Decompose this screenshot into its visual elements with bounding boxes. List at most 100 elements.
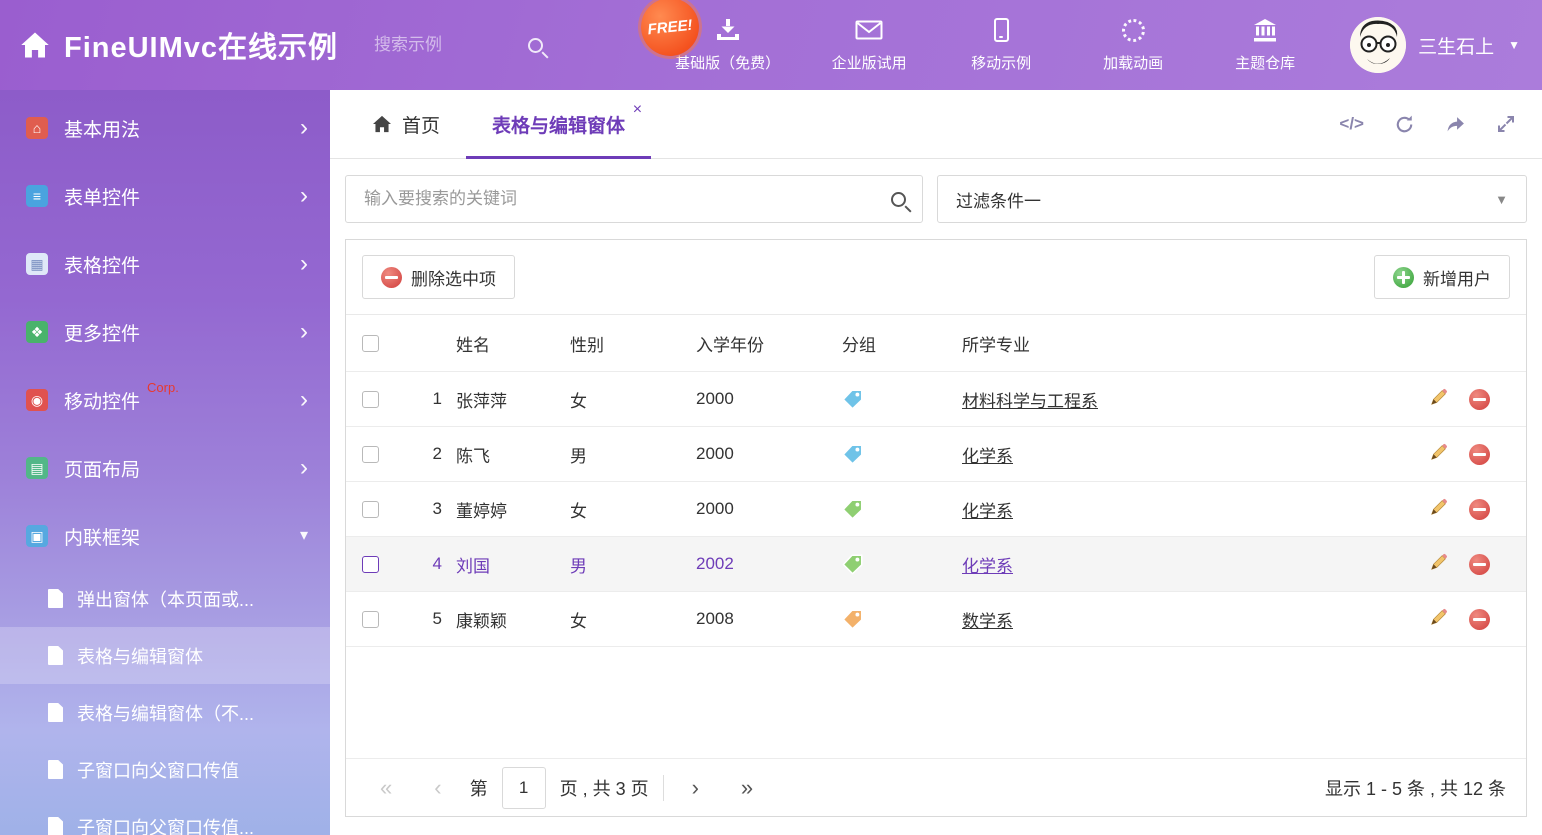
- row-checkbox[interactable]: [362, 556, 379, 573]
- grid-panel: 删除选中项 新增用户 姓名 性别 入学年份 分组 所学专业 1 张萍萍 女 20…: [345, 239, 1527, 817]
- header-year: 入学年份: [696, 331, 842, 356]
- page-number-input[interactable]: 1: [502, 767, 546, 809]
- expand-icon[interactable]: [1496, 114, 1516, 134]
- add-user-label: 新增用户: [1423, 265, 1491, 290]
- row-number: 4: [402, 554, 448, 574]
- chevron-right-icon: ›: [300, 116, 308, 140]
- user-menu[interactable]: 三生石上 ▼: [1350, 17, 1520, 73]
- close-icon[interactable]: ×: [633, 101, 642, 119]
- major-link[interactable]: 材料科学与工程系: [962, 392, 1098, 411]
- sidebar-item-grid-controls[interactable]: ▦ 表格控件 ›: [0, 230, 330, 298]
- cell-gender: 男: [570, 552, 696, 577]
- last-page-button[interactable]: »: [727, 775, 767, 801]
- table-row[interactable]: 1 张萍萍 女 2000 材料科学与工程系: [346, 372, 1526, 427]
- select-all-checkbox[interactable]: [362, 335, 379, 352]
- cell-name: 张萍萍: [448, 387, 570, 412]
- row-checkbox[interactable]: [362, 501, 379, 518]
- search-icon[interactable]: [528, 38, 543, 53]
- edit-icon[interactable]: [1429, 607, 1449, 632]
- sidebar-item-label: 页面布局: [64, 455, 140, 482]
- first-page-button[interactable]: «: [366, 775, 406, 801]
- envelope-icon: [855, 17, 883, 43]
- sidebar-item-label: 内联框架: [64, 523, 140, 550]
- table-row-selected[interactable]: 4 刘国 男 2002 化学系: [346, 537, 1526, 592]
- sidebar-subitem-child-to-parent[interactable]: 子窗口向父窗口传值: [0, 741, 330, 798]
- refresh-icon[interactable]: [1394, 114, 1415, 135]
- chevron-down-icon: ▾: [300, 528, 308, 544]
- sidebar-subitem-label: 表格与编辑窗体: [77, 643, 203, 669]
- major-link[interactable]: 化学系: [962, 502, 1013, 521]
- nav-item-basic-free[interactable]: FREE! 基础版（免费）: [675, 17, 780, 73]
- prev-page-button[interactable]: ‹: [420, 775, 455, 801]
- next-page-button[interactable]: ›: [678, 775, 713, 801]
- nav-item-mobile-demo[interactable]: 移动示例: [958, 17, 1044, 73]
- tab-grid-edit-window[interactable]: 表格与编辑窗体 ×: [466, 90, 651, 158]
- table-row[interactable]: 2 陈飞 男 2000 化学系: [346, 427, 1526, 482]
- chevron-right-icon: ›: [300, 388, 308, 412]
- file-icon: [48, 817, 63, 835]
- cell-year: 2000: [696, 444, 842, 464]
- table-search-box: [345, 175, 923, 223]
- table-header-row: 姓名 性别 入学年份 分组 所学专业: [346, 315, 1526, 372]
- app-header: FineUIMvc在线示例 FREE! 基础版（免费） 企业版试用 移动示例 加…: [0, 0, 1542, 90]
- nav-item-loading-animation[interactable]: 加载动画: [1090, 17, 1176, 73]
- signal-icon: ◉: [26, 389, 48, 411]
- header-search-input[interactable]: [372, 34, 502, 56]
- sidebar-subitem-label: 子窗口向父窗口传值...: [77, 814, 254, 835]
- edit-icon[interactable]: [1429, 387, 1449, 412]
- row-number: 1: [402, 389, 448, 409]
- home-icon: [20, 31, 50, 59]
- nav-item-theme-repo[interactable]: 主题仓库: [1222, 17, 1308, 73]
- main-content: 首页 表格与编辑窗体 × </> 过滤条件一 ▼: [330, 90, 1542, 835]
- delete-icon[interactable]: [1469, 554, 1490, 575]
- nav-label: 基础版（免费）: [675, 52, 780, 73]
- add-user-button[interactable]: 新增用户: [1374, 255, 1510, 299]
- sidebar-subitem-grid-edit-window-alt[interactable]: 表格与编辑窗体（不...: [0, 684, 330, 741]
- search-icon[interactable]: [891, 192, 906, 207]
- sidebar-subitem-grid-edit-window[interactable]: 表格与编辑窗体: [0, 627, 330, 684]
- sidebar-item-label: 基本用法: [64, 115, 140, 142]
- table-row[interactable]: 3 董婷婷 女 2000 化学系: [346, 482, 1526, 537]
- sidebar-subitem-child-to-parent-alt[interactable]: 子窗口向父窗口传值...: [0, 798, 330, 835]
- sidebar-item-label: 更多控件: [64, 319, 140, 346]
- edit-icon[interactable]: [1429, 552, 1449, 577]
- sidebar-subitem-popup-window[interactable]: 弹出窗体（本页面或...: [0, 570, 330, 627]
- edit-icon[interactable]: [1429, 497, 1449, 522]
- sidebar-item-mobile-controls[interactable]: ◉ 移动控件 Corp. ›: [0, 366, 330, 434]
- row-checkbox[interactable]: [362, 611, 379, 628]
- header-major: 所学专业: [962, 331, 1406, 356]
- header-name: 姓名: [448, 331, 570, 356]
- delete-icon[interactable]: [1469, 499, 1490, 520]
- cell-gender: 女: [570, 497, 696, 522]
- tab-home[interactable]: 首页: [346, 90, 466, 158]
- sidebar-subitem-label: 弹出窗体（本页面或...: [77, 586, 254, 612]
- delete-selected-button[interactable]: 删除选中项: [362, 255, 515, 299]
- sidebar-item-iframe[interactable]: ▣ 内联框架 ▾: [0, 502, 330, 570]
- sidebar-item-form-controls[interactable]: ≡ 表单控件 ›: [0, 162, 330, 230]
- delete-icon[interactable]: [1469, 444, 1490, 465]
- filter-dropdown[interactable]: 过滤条件一 ▼: [937, 175, 1527, 223]
- row-checkbox[interactable]: [362, 446, 379, 463]
- edit-icon[interactable]: [1429, 442, 1449, 467]
- delete-icon[interactable]: [1469, 609, 1490, 630]
- sidebar-item-page-layout[interactable]: ▤ 页面布局 ›: [0, 434, 330, 502]
- table-search-input[interactable]: [362, 188, 891, 210]
- share-icon[interactable]: [1445, 114, 1466, 135]
- filter-row: 过滤条件一 ▼: [330, 159, 1542, 223]
- table-row[interactable]: 5 康颖颖 女 2008 数学系: [346, 592, 1526, 647]
- nav-item-enterprise-trial[interactable]: 企业版试用: [826, 17, 912, 73]
- sidebar-item-basic-usage[interactable]: ⌂ 基本用法 ›: [0, 94, 330, 162]
- cubes-icon: ❖: [26, 321, 48, 343]
- cell-year: 2008: [696, 609, 842, 629]
- row-checkbox[interactable]: [362, 391, 379, 408]
- tag-icon: [842, 498, 864, 520]
- delete-icon[interactable]: [1469, 389, 1490, 410]
- code-icon[interactable]: </>: [1339, 114, 1364, 134]
- sidebar-item-more-controls[interactable]: ❖ 更多控件 ›: [0, 298, 330, 366]
- cell-year: 2000: [696, 499, 842, 519]
- cell-year: 2000: [696, 389, 842, 409]
- major-link[interactable]: 数学系: [962, 612, 1013, 631]
- major-link[interactable]: 化学系: [962, 447, 1013, 466]
- tab-label: 表格与编辑窗体: [492, 111, 625, 138]
- major-link[interactable]: 化学系: [962, 557, 1013, 576]
